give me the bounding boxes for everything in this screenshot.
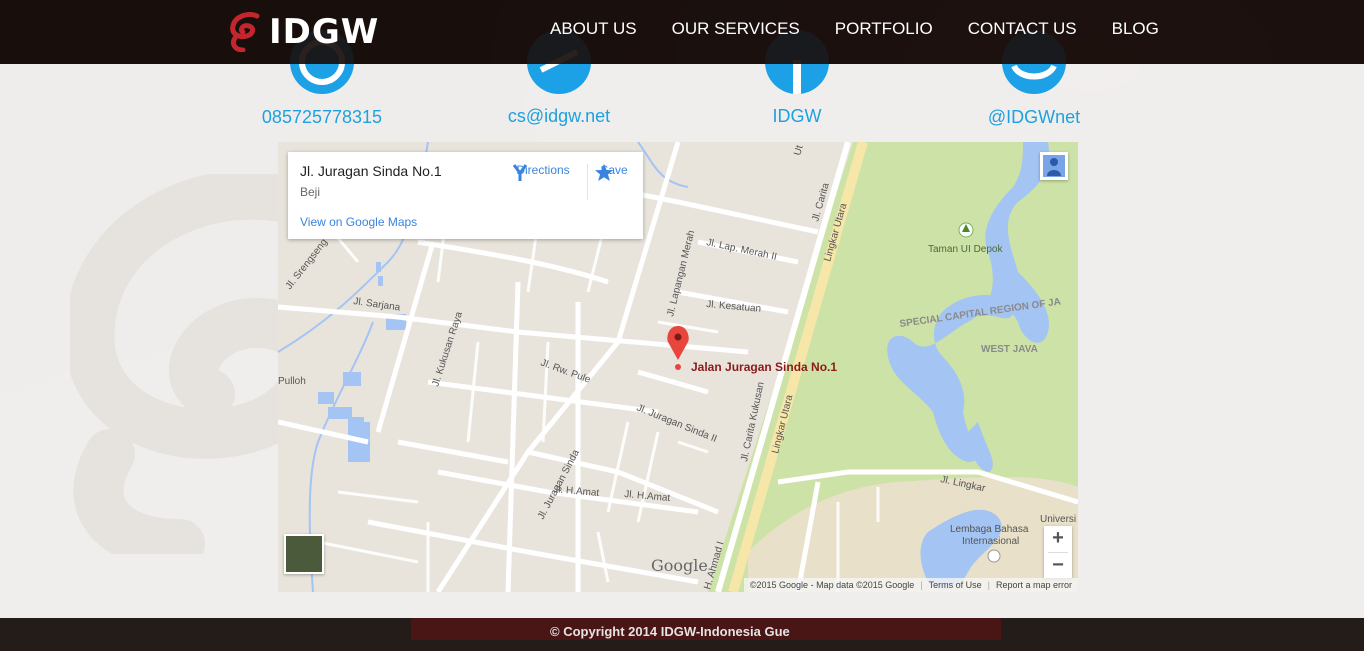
site-footer: © Copyright 2014 IDGW-Indonesia Gue <box>0 618 1364 651</box>
logo-text: IDGW <box>269 12 380 52</box>
park-label: Taman UI Depok <box>928 244 1003 255</box>
copyright-text: © Copyright 2014 IDGW-Indonesia Gue <box>550 624 790 639</box>
report-map-error-link[interactable]: Report a map error <box>996 578 1072 592</box>
contact-phone-label: 085725778315 <box>261 107 383 127</box>
contact-info-row: 085725778315 cs@idgw.net IDGW @IDGWnet <box>0 30 1364 142</box>
contact-email-label: cs@idgw.net <box>507 106 611 126</box>
nav-about-us[interactable]: ABOUT US <box>550 18 637 40</box>
main-nav: ABOUT US OUR SERVICES PORTFOLIO CONTACT … <box>550 18 1194 40</box>
directions-button[interactable]: Directions <box>510 163 576 181</box>
place-title: Jl. Juragan Sinda No.1 <box>300 163 442 179</box>
zoom-in-button[interactable]: + <box>1044 526 1072 552</box>
place-subtitle: Beji <box>300 185 321 199</box>
zoom-control: + − <box>1044 526 1072 578</box>
view-on-google-maps-link[interactable]: View on Google Maps <box>300 215 417 229</box>
street-label: Pulloh <box>278 376 306 387</box>
region-label: WEST JAVA <box>981 344 1038 355</box>
save-button[interactable]: Save <box>594 163 634 181</box>
contact-twitter-label: @IDGWnet <box>987 107 1081 127</box>
nav-blog[interactable]: BLOG <box>1112 18 1159 40</box>
place-label: Lembaga Bahasa <box>950 524 1029 535</box>
pegman-icon <box>1043 155 1065 177</box>
star-icon <box>595 164 613 181</box>
nav-portfolio[interactable]: PORTFOLIO <box>835 18 933 40</box>
place-label: Universi <box>1040 514 1076 525</box>
nav-our-services[interactable]: OUR SERVICES <box>672 18 800 40</box>
nav-contact-us[interactable]: CONTACT US <box>968 18 1077 40</box>
zoom-out-button[interactable]: − <box>1044 553 1072 579</box>
directions-icon <box>512 164 528 181</box>
site-header: IDGW ABOUT US OUR SERVICES PORTFOLIO CON… <box>0 0 1364 64</box>
divider <box>587 164 588 200</box>
logo-mark-icon <box>230 12 260 52</box>
map-data-credit: ©2015 Google - Map data ©2015 Google <box>749 580 915 590</box>
terms-of-use-link[interactable]: Terms of Use <box>929 578 982 592</box>
google-map-embed[interactable]: Jl. Juragan Sinda Jl. Juragan Sinda II J… <box>278 142 1078 592</box>
contact-facebook-label: IDGW <box>772 106 822 126</box>
google-watermark: Google <box>651 556 708 575</box>
site-logo[interactable]: IDGW <box>227 10 379 54</box>
satellite-toggle-button[interactable] <box>284 534 324 574</box>
map-pin-label: Jalan Juragan Sinda No.1 <box>691 360 838 374</box>
map-info-card: Jl. Juragan Sinda No.1 Beji View on Goog… <box>288 152 643 239</box>
street-view-pegman-button[interactable] <box>1040 152 1068 180</box>
map-attribution: ©2015 Google - Map data ©2015 Google | T… <box>743 578 1078 592</box>
place-label: Internasional <box>962 536 1019 547</box>
